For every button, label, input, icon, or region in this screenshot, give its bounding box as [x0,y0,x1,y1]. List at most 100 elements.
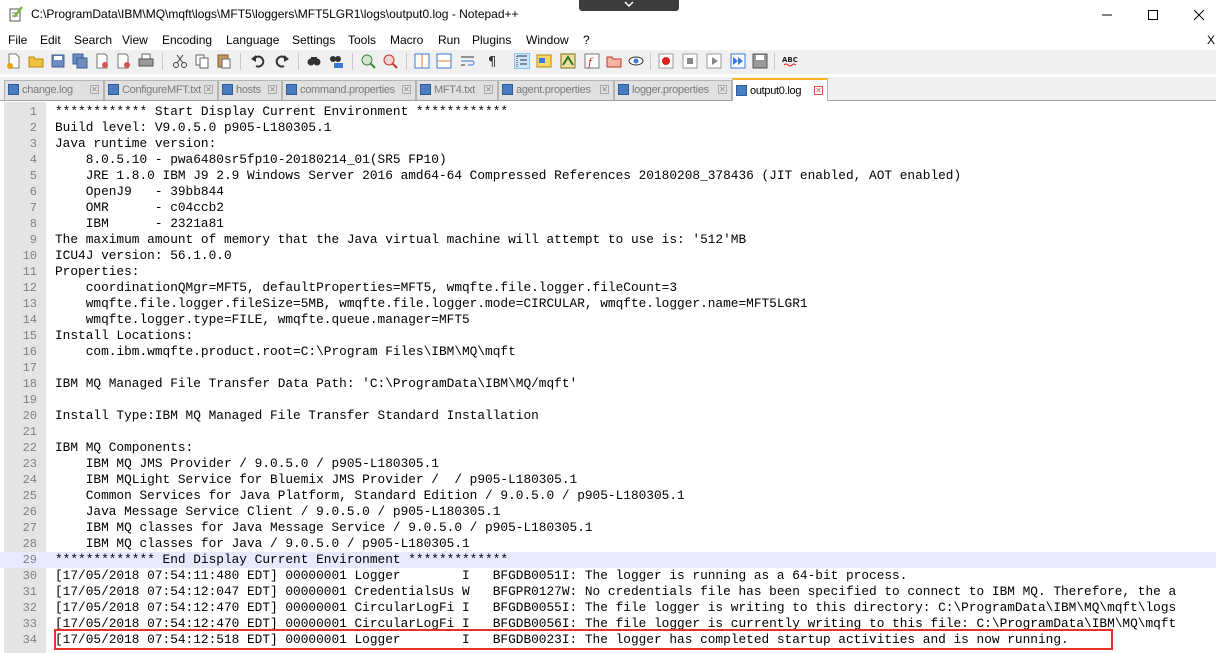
spell-check-icon[interactable]: ABC [782,53,798,69]
code-line[interactable]: 10 ICU4J version: 56.1.0.0 [0,248,1216,264]
tab-hosts[interactable]: hosts ✕ [218,80,282,100]
tab-command-properties[interactable]: command.properties ✕ [282,80,416,100]
sync-vertical-icon[interactable] [414,53,430,69]
code-line[interactable]: 8 IBM - 2321a81 [0,216,1216,232]
save-macro-icon[interactable] [752,53,768,69]
code-line[interactable]: 25 Common Services for Java Platform, St… [0,488,1216,504]
code-line[interactable]: 13 wmqfte.file.logger.fileSize=5MB, wmqf… [0,296,1216,312]
menu-plugins[interactable]: Plugins [472,33,511,47]
menu-language[interactable]: Language [226,33,279,47]
code-line[interactable]: 22 IBM MQ Components: [0,440,1216,456]
line-number: 11 [22,265,37,279]
menu-view[interactable]: View [122,33,148,47]
tab-configuremft[interactable]: ConfigureMFT.txt ✕ [104,80,218,100]
menu-window[interactable]: Window [526,33,569,47]
code-line[interactable]: 18 IBM MQ Managed File Transfer Data Path… [0,376,1216,392]
code-line[interactable]: 20 Install Type:IBM MQ Managed File Trans… [0,408,1216,424]
redo-icon[interactable] [274,53,290,69]
menu-search[interactable]: Search [74,33,112,47]
code-line[interactable]: 17 [0,360,1216,376]
close-tab-icon[interactable]: ✕ [90,85,99,94]
code-line[interactable]: 30 [17/05/2018 07:54:11:480 EDT] 00000001… [0,568,1216,584]
code-line[interactable]: 1 ************ Start Display Current Envi… [0,104,1216,120]
zoom-in-icon[interactable] [360,53,376,69]
find-icon[interactable] [306,53,322,69]
tab-mft4[interactable]: MFT4.txt ✕ [416,80,498,100]
code-line[interactable]: 9 The maximum amount of memory that the J… [0,232,1216,248]
code-line[interactable]: 5 JRE 1.8.0 IBM J9 2.9 Windows Server 20… [0,168,1216,184]
code-line[interactable]: 3 Java runtime version: [0,136,1216,152]
text-editor[interactable]: 1 ************ Start Display Current Envi… [0,102,1216,653]
undo-icon[interactable] [250,53,266,69]
save-all-icon[interactable] [72,53,88,69]
tab-logger-properties[interactable]: logger.properties ✕ [614,80,732,100]
print-icon[interactable] [138,53,154,69]
cut-icon[interactable] [172,53,188,69]
code-line[interactable]: 32 [17/05/2018 07:54:12:470 EDT] 00000001… [0,600,1216,616]
stop-macro-icon[interactable] [682,53,698,69]
close-tab-icon[interactable]: ✕ [484,85,493,94]
close-document-button[interactable]: X [1207,33,1215,47]
code-line[interactable]: 2 Build level: V9.0.5.0 p905-L180305.1 [0,120,1216,136]
code-line[interactable]: 16 com.ibm.wmqfte.product.root=C:\Progra… [0,344,1216,360]
minimize-button[interactable] [1084,0,1130,30]
function-list-icon[interactable]: f [584,53,600,69]
doc-map-icon[interactable] [560,53,576,69]
menu-macro[interactable]: Macro [390,33,423,47]
copy-icon[interactable] [194,53,210,69]
replace-icon[interactable] [328,53,344,69]
close-tab-icon[interactable]: ✕ [402,85,411,94]
close-tab-icon[interactable]: ✕ [268,85,277,94]
tab-output0-log[interactable]: output0.log ✕ [732,78,828,101]
zoom-out-icon[interactable] [382,53,398,69]
code-line[interactable]: 23 IBM MQ JMS Provider / 9.0.5.0 / p905-… [0,456,1216,472]
close-all-icon[interactable] [116,53,132,69]
code-line[interactable]: 14 wmqfte.logger.type=FILE, wmqfte.queue… [0,312,1216,328]
maximize-button[interactable] [1130,0,1176,30]
close-window-button[interactable] [1176,0,1216,30]
monitoring-icon[interactable] [628,53,644,69]
tab-change-log[interactable]: change.log ✕ [4,80,104,100]
close-tab-icon[interactable]: ✕ [814,86,823,95]
code-line[interactable]: 28 IBM MQ classes for Java / 9.0.5.0 / p… [0,536,1216,552]
menu-run[interactable]: Run [438,33,460,47]
save-icon[interactable] [50,53,66,69]
menu-edit[interactable]: Edit [40,33,61,47]
close-tab-icon[interactable]: ✕ [600,85,609,94]
menu-encoding[interactable]: Encoding [162,33,212,47]
code-line[interactable]: 19 [0,392,1216,408]
word-wrap-icon[interactable] [460,53,476,69]
show-all-characters-icon[interactable]: ¶ [484,53,500,69]
code-line[interactable]: 27 IBM MQ classes for Java Message Servi… [0,520,1216,536]
code-line[interactable]: 4 8.0.5.10 - pwa6480sr5fp10-20180214_01(… [0,152,1216,168]
new-file-icon[interactable] [6,53,22,69]
code-line[interactable]: 24 IBM MQLight Service for Bluemix JMS P… [0,472,1216,488]
tab-agent-properties[interactable]: agent.properties ✕ [498,80,614,100]
code-line[interactable]: 6 OpenJ9 - 39bb844 [0,184,1216,200]
sync-horizontal-icon[interactable] [436,53,452,69]
indent-guide-icon[interactable] [514,53,530,69]
code-line[interactable]: 31 [17/05/2018 07:54:12:047 EDT] 00000001… [0,584,1216,600]
menu-file[interactable]: File [8,33,27,47]
code-line[interactable]: 12 coordinationQMgr=MFT5, defaultPropert… [0,280,1216,296]
close-tab-icon[interactable]: ✕ [204,85,213,94]
folder-as-workspace-icon[interactable] [606,53,622,69]
code-line[interactable]: 21 [0,424,1216,440]
menu-settings[interactable]: Settings [292,33,335,47]
user-language-icon[interactable] [536,53,552,69]
record-macro-icon[interactable] [658,53,674,69]
menu-help[interactable]: ? [583,33,590,47]
code-line[interactable]: 26 Java Message Service Client / 9.0.5.0… [0,504,1216,520]
snap-handle[interactable] [579,0,679,11]
menu-tools[interactable]: Tools [348,33,376,47]
open-folder-icon[interactable] [28,53,44,69]
code-line[interactable]: 15 Install Locations: [0,328,1216,344]
close-file-icon[interactable] [94,53,110,69]
close-tab-icon[interactable]: ✕ [718,85,727,94]
paste-icon[interactable] [216,53,232,69]
code-line[interactable]: 29 ************* End Display Current Envi… [0,552,1216,568]
run-macro-multiple-icon[interactable] [730,53,746,69]
code-line[interactable]: 7 OMR - c04ccb2 [0,200,1216,216]
code-line[interactable]: 11 Properties: [0,264,1216,280]
play-macro-icon[interactable] [706,53,722,69]
